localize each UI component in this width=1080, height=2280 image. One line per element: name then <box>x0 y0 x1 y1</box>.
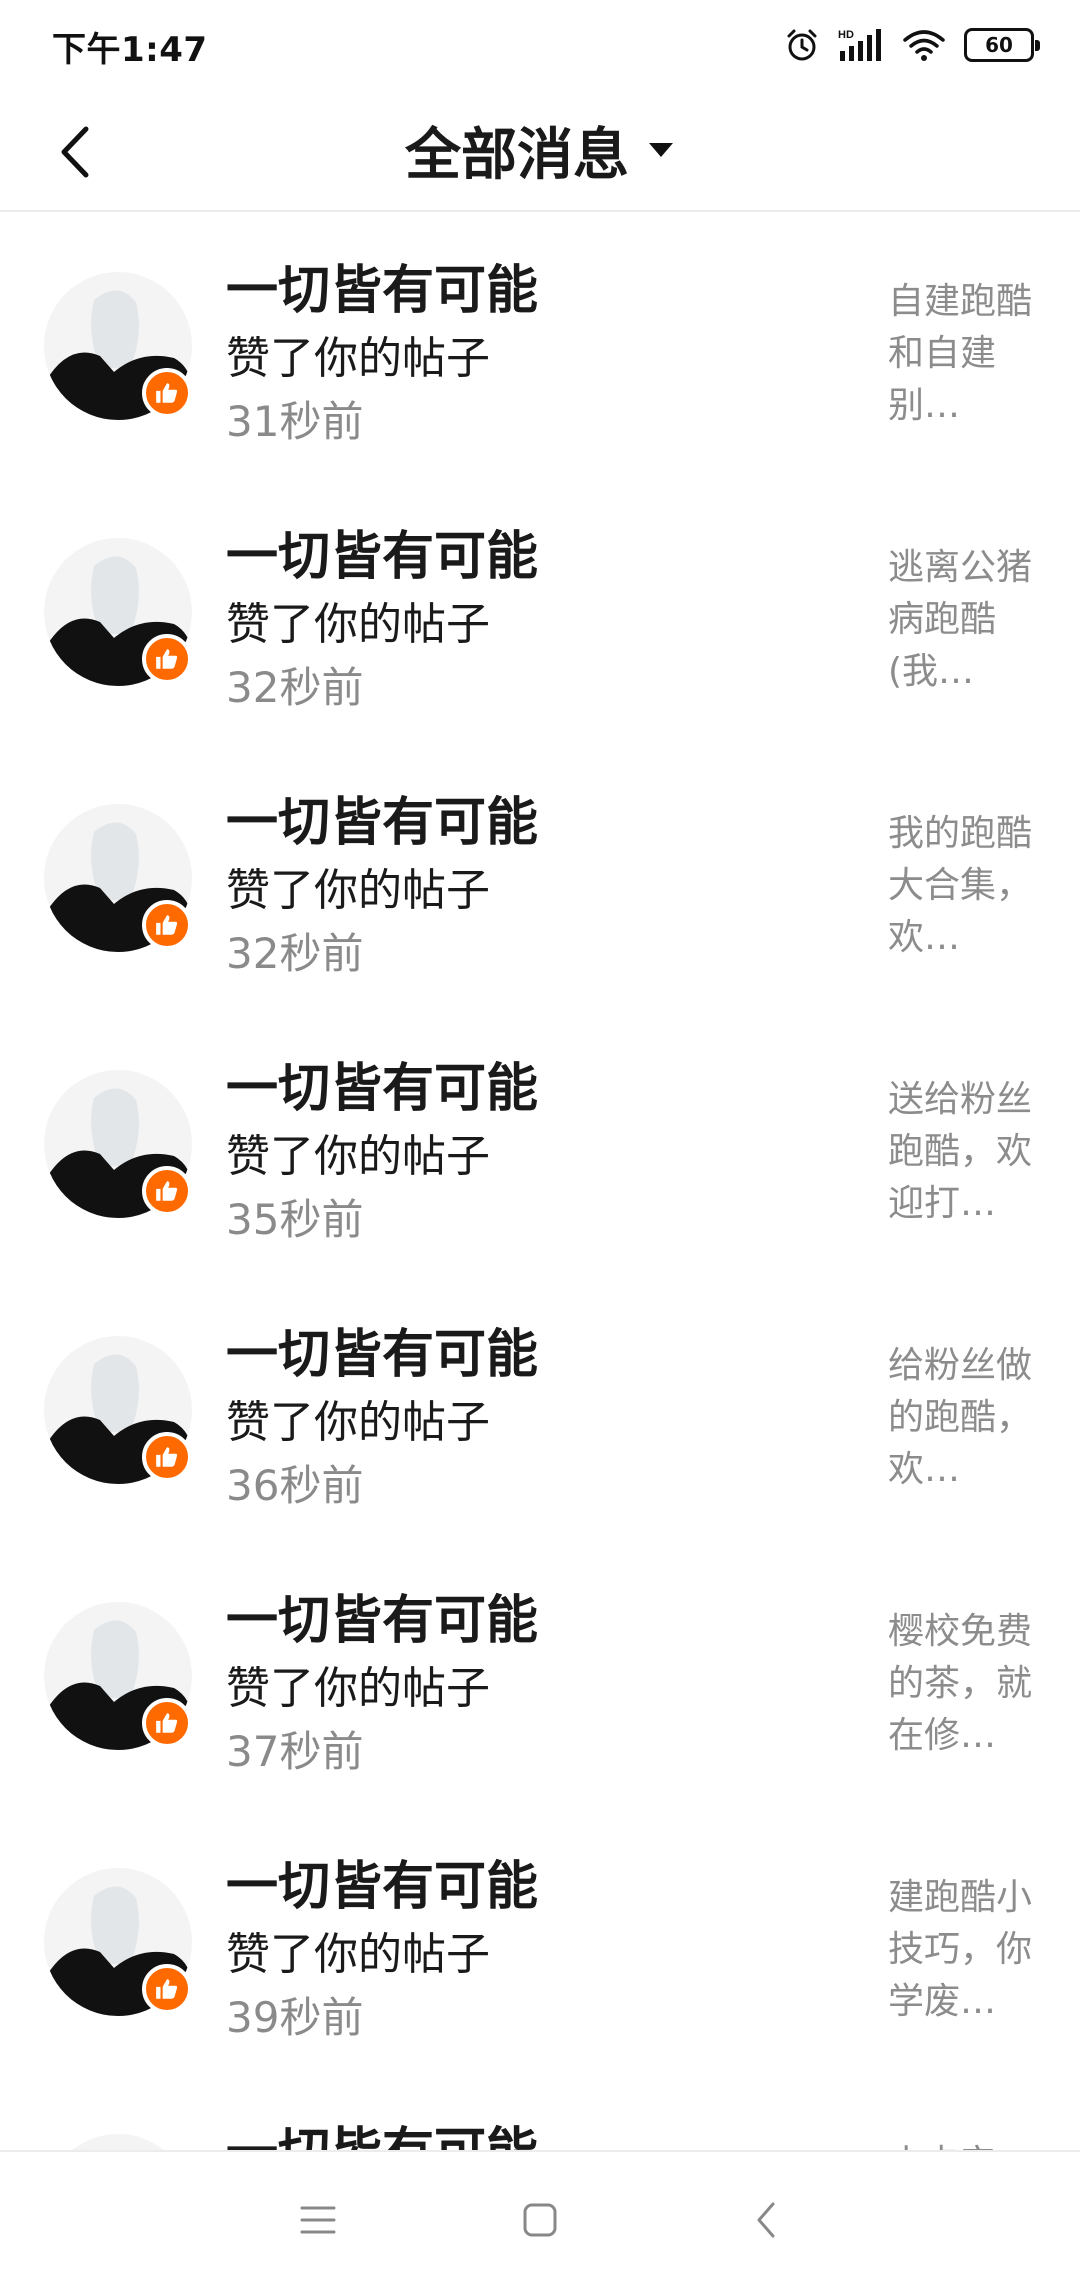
system-nav-bar <box>0 2150 1080 2280</box>
avatar[interactable] <box>44 1336 192 1484</box>
page-title: 全部消息 <box>405 122 629 188</box>
timestamp: 37秒前 <box>226 1727 364 1776</box>
thumbs-up-icon <box>156 1181 178 1201</box>
menu-icon <box>300 2206 336 2234</box>
timestamp: 31秒前 <box>226 397 364 446</box>
sender-name: 一切皆有可能 <box>226 2110 538 2150</box>
avatar[interactable] <box>44 1070 192 1218</box>
sender-name: 一切皆有可能 <box>226 793 539 853</box>
message-item[interactable]: 一切皆有可能 赞了你的帖子 39秒前 建跑酷小技巧，你学废… <box>0 1808 1080 2074</box>
post-preview[interactable]: 逃离公猪病跑酷(我… <box>888 542 1038 698</box>
back-triangle-icon <box>757 2202 775 2238</box>
sender-name: 一切皆有可能 <box>226 261 539 321</box>
message-item[interactable]: 一切皆有可能 赞了你的帖子 35秒前 送给粉丝跑酷，欢迎打… <box>0 1010 1080 1276</box>
post-preview[interactable]: 小卡安 <box>888 2138 1038 2150</box>
timestamp: 39秒前 <box>226 1993 364 2042</box>
post-preview[interactable]: 自建跑酷和自建别… <box>888 276 1038 432</box>
post-preview[interactable]: 送给粉丝跑酷，欢迎打… <box>888 1074 1038 1230</box>
timestamp: 32秒前 <box>226 929 364 978</box>
message-item[interactable]: 一切皆有可能 赞了你的帖子 32秒前 我的跑酷大合集，欢… <box>0 744 1080 1010</box>
action-text: 赞了你的帖子 <box>226 1397 490 1448</box>
status-time: 下午1:47 <box>52 30 208 70</box>
svg-text:HD: HD <box>838 29 854 41</box>
sender-name: 一切皆有可能 <box>226 1059 539 1119</box>
message-item[interactable]: 一切皆有可能 赞了你的帖子 32秒前 逃离公猪病跑酷(我… <box>0 478 1080 744</box>
avatar[interactable] <box>44 2134 192 2150</box>
timestamp: 36秒前 <box>226 1461 364 1510</box>
timestamp: 32秒前 <box>226 663 364 712</box>
post-preview[interactable]: 我的跑酷大合集，欢… <box>888 808 1038 964</box>
like-badge <box>142 1698 192 1748</box>
like-badge <box>142 1166 192 1216</box>
action-text: 赞了你的帖子 <box>226 865 490 916</box>
status-icons: HD 60 <box>784 22 1040 68</box>
wifi-icon <box>902 27 946 63</box>
message-item[interactable]: 一切皆有可能 小卡安 <box>0 2074 1080 2150</box>
like-badge <box>142 1964 192 2014</box>
thumbs-up-icon <box>156 383 178 403</box>
message-item[interactable]: 一切皆有可能 赞了你的帖子 36秒前 给粉丝做的跑酷，欢… <box>0 1276 1080 1542</box>
action-text: 赞了你的帖子 <box>226 1929 490 1980</box>
alarm-icon <box>784 27 820 63</box>
post-preview[interactable]: 樱校免费的茶，就在修… <box>888 1606 1038 1762</box>
battery-icon: 60 <box>964 28 1040 62</box>
like-badge <box>142 634 192 684</box>
title-dropdown[interactable]: 全部消息 <box>0 108 1080 192</box>
like-badge <box>142 900 192 950</box>
system-back-button[interactable] <box>736 2190 796 2250</box>
message-list[interactable]: 一切皆有可能 赞了你的帖子 31秒前 自建跑酷和自建别… 一切皆有可能 赞了你的… <box>0 212 1080 2150</box>
signal-icon: HD <box>838 27 884 63</box>
like-badge <box>142 1432 192 1482</box>
avatar[interactable] <box>44 804 192 952</box>
thumbs-up-icon <box>156 915 178 935</box>
post-preview[interactable]: 建跑酷小技巧，你学废… <box>888 1872 1038 2028</box>
thumbs-up-icon <box>156 1979 178 1999</box>
timestamp: 35秒前 <box>226 1195 364 1244</box>
avatar[interactable] <box>44 272 192 420</box>
action-text: 赞了你的帖子 <box>226 599 490 650</box>
home-square-icon <box>523 2203 557 2237</box>
status-bar: 下午1:47 HD 60 <box>0 0 1080 90</box>
battery-level: 60 <box>985 33 1013 57</box>
avatar[interactable] <box>44 538 192 686</box>
avatar[interactable] <box>44 1868 192 2016</box>
like-badge <box>142 368 192 418</box>
home-button[interactable] <box>510 2190 570 2250</box>
sender-name: 一切皆有可能 <box>226 1591 539 1651</box>
message-item[interactable]: 一切皆有可能 赞了你的帖子 37秒前 樱校免费的茶，就在修… <box>0 1542 1080 1808</box>
header: 全部消息 <box>0 90 1080 212</box>
sender-name: 一切皆有可能 <box>226 1325 539 1385</box>
caret-down-icon <box>649 143 673 157</box>
thumbs-up-icon <box>156 1713 178 1733</box>
thumbs-up-icon <box>156 1447 178 1467</box>
avatar[interactable] <box>44 1602 192 1750</box>
action-text: 赞了你的帖子 <box>226 1131 490 1182</box>
menu-button[interactable] <box>288 2190 348 2250</box>
post-preview[interactable]: 给粉丝做的跑酷，欢… <box>888 1340 1038 1496</box>
action-text: 赞了你的帖子 <box>226 1663 490 1714</box>
message-item[interactable]: 一切皆有可能 赞了你的帖子 31秒前 自建跑酷和自建别… <box>0 212 1080 478</box>
sender-name: 一切皆有可能 <box>226 1857 539 1917</box>
thumbs-up-icon <box>156 649 178 669</box>
sender-name: 一切皆有可能 <box>226 527 539 587</box>
action-text: 赞了你的帖子 <box>226 333 490 384</box>
